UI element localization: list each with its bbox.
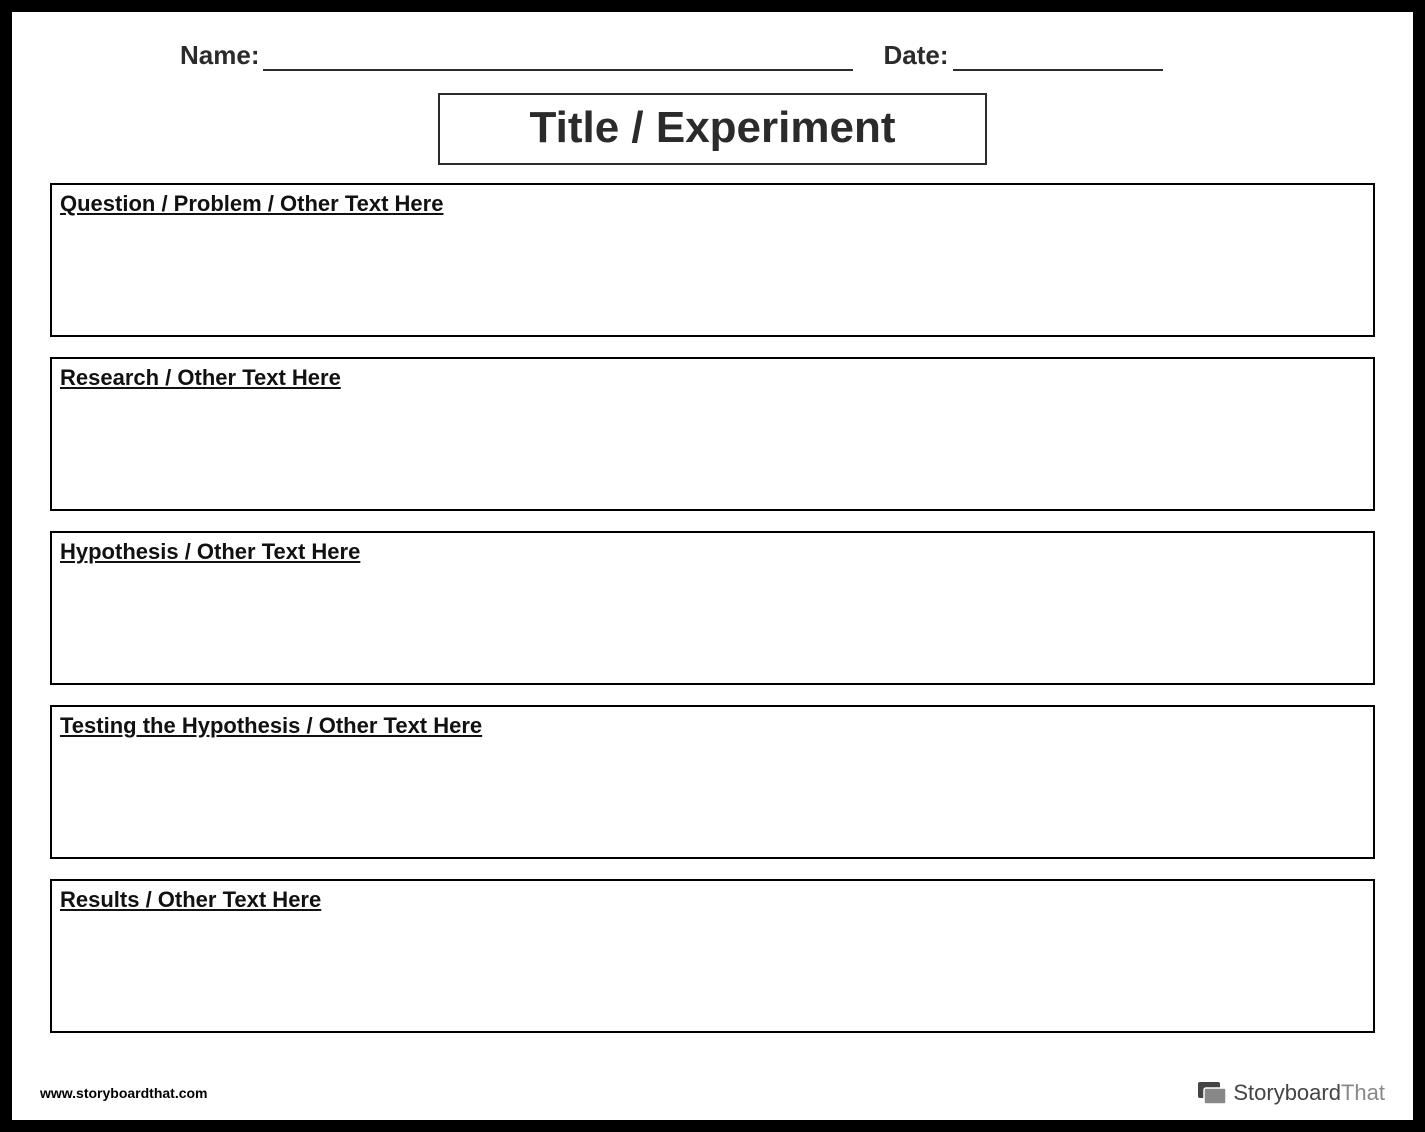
section-label: Results / Other Text Here [60,887,1365,913]
brand-light: That [1341,1080,1385,1105]
section-label: Testing the Hypothesis / Other Text Here [60,713,1365,739]
section-testing[interactable]: Testing the Hypothesis / Other Text Here [50,705,1375,859]
worksheet-page: Name: Date: Title / Experiment Question … [12,12,1413,1120]
name-label: Name: [180,40,259,71]
section-label: Research / Other Text Here [60,365,1365,391]
sections-container: Question / Problem / Other Text Here Res… [40,183,1385,1033]
brand-text: StoryboardThat [1233,1080,1385,1106]
section-label: Hypothesis / Other Text Here [60,539,1365,565]
section-label: Question / Problem / Other Text Here [60,191,1365,217]
section-results[interactable]: Results / Other Text Here [50,879,1375,1033]
storyboard-icon [1197,1081,1227,1105]
footer-url: www.storyboardthat.com [40,1085,208,1101]
header-row: Name: Date: [40,36,1385,71]
title-container: Title / Experiment [40,93,1385,165]
date-field-group: Date: [883,40,1162,71]
section-hypothesis[interactable]: Hypothesis / Other Text Here [50,531,1375,685]
date-label: Date: [883,40,948,71]
name-field-group: Name: [180,40,853,71]
brand-strong: Storyboard [1233,1080,1341,1105]
brand-logo: StoryboardThat [1197,1080,1385,1106]
name-input-line[interactable] [263,47,853,71]
date-input-line[interactable] [953,47,1163,71]
section-question[interactable]: Question / Problem / Other Text Here [50,183,1375,337]
experiment-title: Title / Experiment [438,93,988,165]
section-research[interactable]: Research / Other Text Here [50,357,1375,511]
footer: www.storyboardthat.com StoryboardThat [40,1080,1385,1106]
